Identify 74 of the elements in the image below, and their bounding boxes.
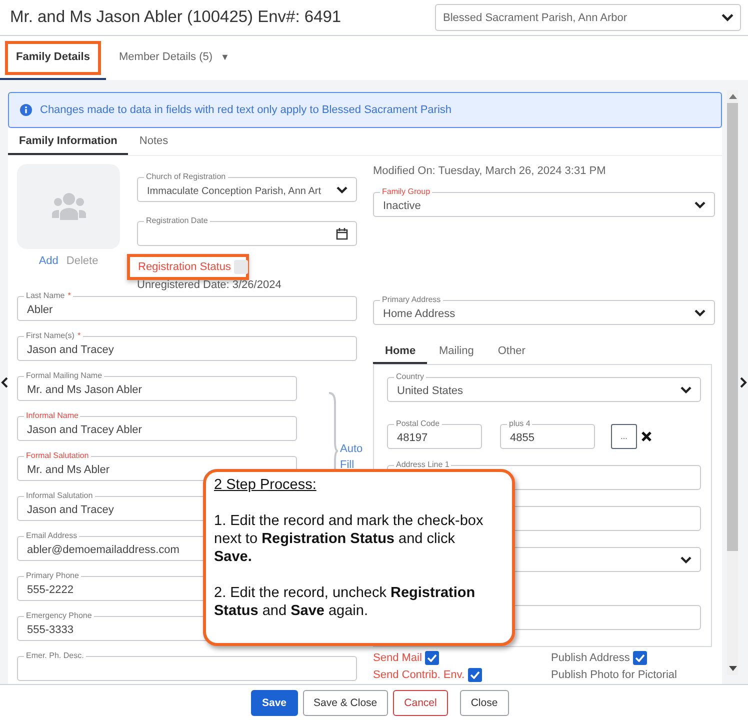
chevron-down-icon — [680, 556, 692, 564]
scrollbar[interactable] — [727, 90, 738, 675]
chevron-down-icon — [680, 386, 692, 394]
field-label: Address Line 1 — [394, 460, 452, 470]
option-label: Publish Address — [551, 652, 630, 664]
field-label: Postal Code — [394, 419, 442, 429]
registration-status-label: Registration Status — [138, 261, 231, 273]
option-label: Send Contrib. Env. — [373, 669, 465, 681]
option-label: Send Mail — [373, 652, 422, 664]
checkbox[interactable] — [468, 668, 482, 682]
window-title: Mr. and Ms Jason Abler (100425) Env#: 6491 — [10, 8, 342, 27]
field-label: Email Address — [24, 531, 80, 541]
scroll-up-icon[interactable] — [728, 94, 736, 99]
field-label: First Name(s) * — [24, 331, 83, 341]
field-label: Informal Name — [24, 411, 80, 421]
field-value: Abler — [27, 304, 53, 316]
field-label: plus 4 — [507, 419, 532, 429]
field-label: Emergency Phone — [24, 611, 94, 621]
field-label: Country — [394, 372, 426, 382]
field-value: Jason and Tracey — [27, 344, 114, 356]
alert-text: Changes made to data in fields with red text only apply to Blessed Sacrament Parish — [40, 104, 452, 116]
parish-select[interactable]: Blessed Sacrament Parish, Ann Arbor — [435, 4, 741, 31]
field-value: Immaculate Conception Parish, Ann Art — [147, 186, 321, 196]
chevron-right-icon[interactable] — [740, 376, 746, 388]
field-label: Emer. Ph. Desc. — [24, 651, 86, 661]
scroll-down-icon[interactable] — [728, 666, 736, 671]
action-button[interactable]: Close — [460, 690, 509, 716]
checkbox[interactable] — [632, 651, 647, 665]
option-label: Publish Photo for Pictorial — [551, 669, 677, 681]
info-icon — [20, 104, 32, 116]
chevron-down-icon — [694, 200, 706, 208]
field-value: 48197 — [397, 432, 428, 444]
lookup-button[interactable]: ... — [611, 424, 637, 449]
tab[interactable]: Other — [486, 340, 538, 364]
field-label: Primary Phone — [24, 571, 81, 581]
field-label: Last Name * — [24, 291, 73, 301]
field-value: Home Address — [383, 308, 456, 320]
field-value: United States — [397, 385, 464, 397]
unregistered-date: Unregistered Date: 3/26/2024 — [137, 279, 282, 291]
chevron-down-icon — [694, 308, 706, 316]
modified-on-text: Modified On: Tuesday, March 26, 2024 3:31 PM — [373, 165, 607, 177]
field-label: Family Group — [380, 187, 432, 197]
checkbox[interactable] — [424, 651, 439, 665]
field-label: Formal Salutation — [24, 451, 91, 461]
auto-fill-link[interactable]: Auto Fill — [340, 441, 366, 473]
action-button[interactable]: Cancel — [393, 690, 448, 716]
tab[interactable]: Home — [373, 340, 427, 364]
field-value: Jason and Tracey Abler — [27, 424, 142, 436]
field-label: Church of Registration — [144, 172, 228, 182]
calendar-icon — [336, 227, 348, 240]
action-button[interactable]: Save & Close — [302, 690, 388, 716]
field-value: 555-3333 — [27, 624, 74, 636]
field-value: abler@demoemailaddress.com — [27, 544, 180, 556]
tab[interactable]: Mailing — [427, 340, 486, 364]
people-icon — [52, 192, 86, 222]
checkbox[interactable] — [234, 260, 248, 274]
photo-action-link[interactable]: Add — [38, 255, 58, 267]
field-label: Primary Address — [380, 295, 443, 305]
chevron-down-icon — [721, 13, 734, 22]
field-value: Mr. and Ms Jason Abler — [27, 384, 142, 396]
field-value: Jason and Tracey — [27, 504, 114, 516]
field-label: Informal Salutation — [24, 491, 95, 501]
close-icon[interactable] — [641, 431, 652, 442]
action-button[interactable]: Save — [251, 690, 298, 716]
field-label: Formal Mailing Name — [24, 371, 104, 381]
tab[interactable]: Notes — [128, 128, 180, 155]
field-label: Registration Date — [144, 216, 210, 226]
chevron-left-icon[interactable] — [0, 376, 8, 388]
field-value: Inactive — [383, 200, 421, 212]
scrollbar-thumb[interactable] — [727, 103, 738, 551]
field-value: 4855 — [510, 432, 534, 444]
field-value: 555-2222 — [27, 584, 74, 596]
chevron-down-icon — [336, 186, 348, 194]
field-value: Mr. and Ms Abler — [27, 464, 110, 476]
